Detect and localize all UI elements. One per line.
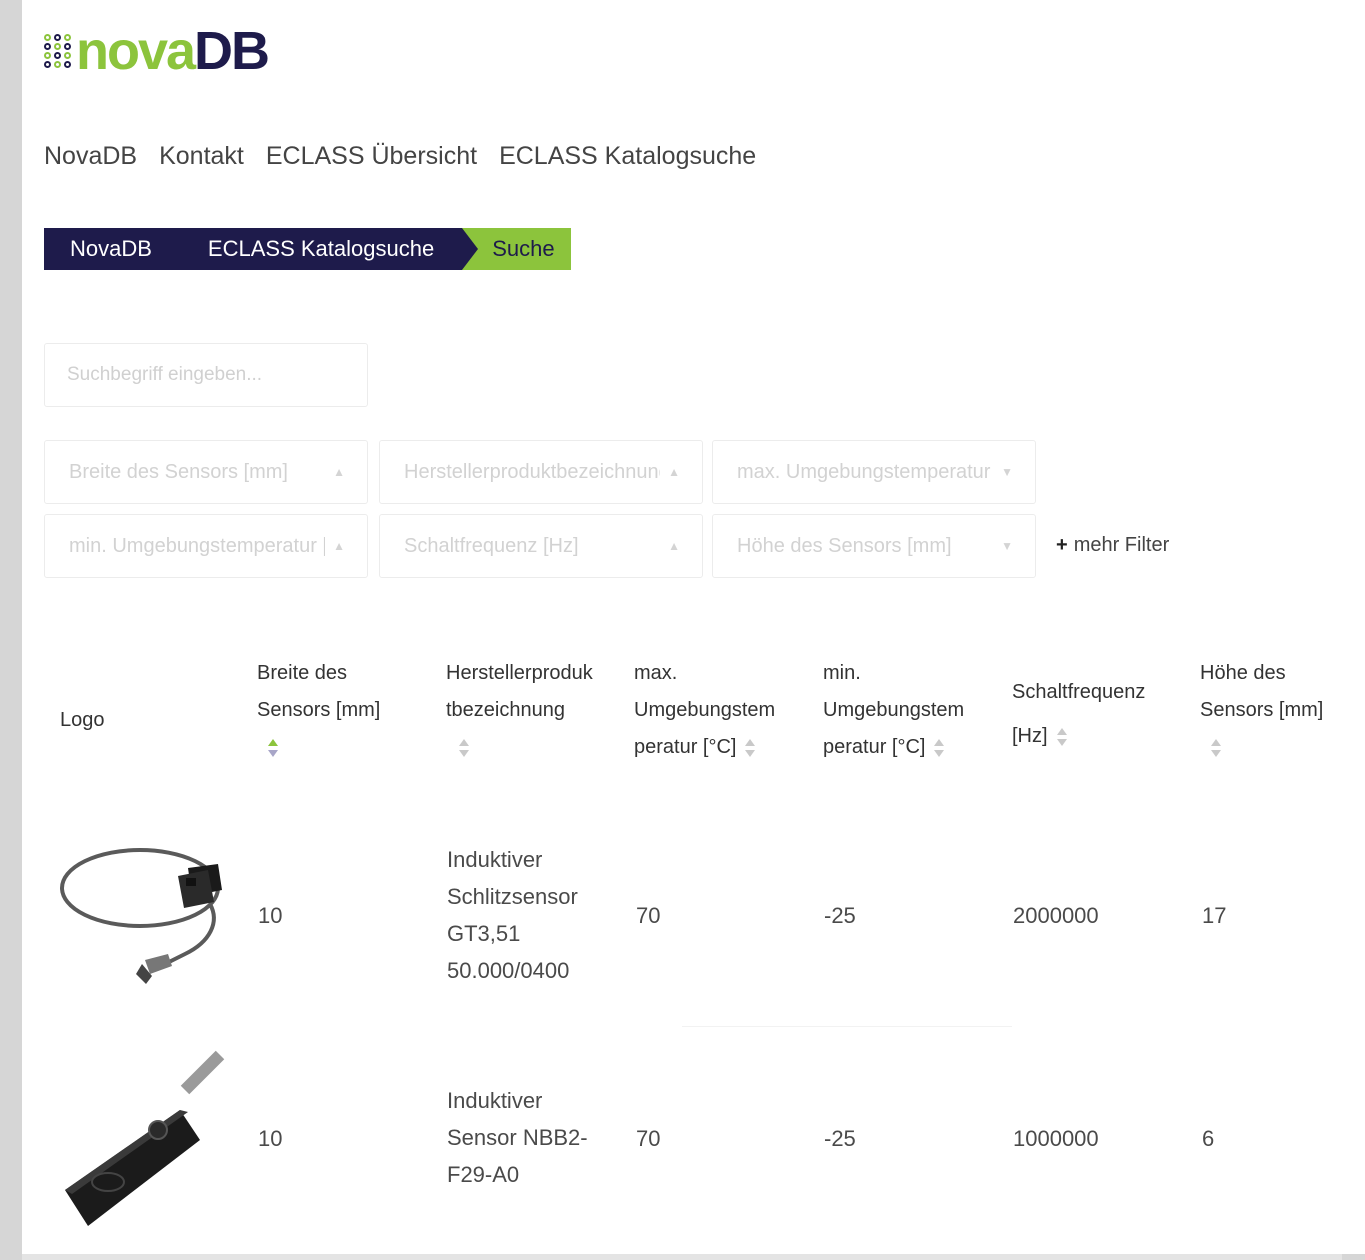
- column-header-schaltfrequenz[interactable]: Schaltfrequenz [Hz]: [1012, 674, 1145, 755]
- header-line: max.: [634, 662, 678, 684]
- nav-link-kontakt[interactable]: Kontakt: [159, 142, 244, 171]
- cell-max-umgebungstemperatur: 70: [636, 903, 661, 928]
- filter-label: Höhe des Sensors [mm]: [737, 534, 952, 557]
- filter-label: Schaltfrequenz [Hz]: [404, 534, 579, 557]
- sort-icon[interactable]: [933, 738, 945, 757]
- logo-dots-icon: [44, 34, 72, 68]
- filter-herstellerproduktbezeichnung[interactable]: Herstellerproduktbezeichnung ▲: [379, 440, 703, 504]
- header-line: Umgebungstem: [823, 699, 965, 721]
- sort-icon[interactable]: [1056, 727, 1068, 746]
- product-image-slot-sensor: [60, 848, 222, 984]
- cell-schaltfrequenz: 1000000: [1013, 1126, 1099, 1151]
- cell-hoehe-des-sensors: 17: [1202, 903, 1227, 928]
- top-navigation: NovaDB Kontakt ECLASS Übersicht ECLASS K…: [44, 142, 756, 171]
- chevron-down-icon: ▼: [1001, 465, 1013, 479]
- header-line: Höhe des: [1200, 662, 1286, 684]
- chevron-down-icon: ▼: [1001, 539, 1013, 553]
- cell-line: F29-A0: [447, 1162, 520, 1187]
- logo-wordmark-nova: nova: [76, 21, 196, 81]
- filter-hoehe-des-sensors[interactable]: Höhe des Sensors [mm] ▼: [712, 514, 1036, 578]
- filter-schaltfrequenz[interactable]: Schaltfrequenz [Hz] ▲: [379, 514, 703, 578]
- column-header-hoehe-des-sensors[interactable]: Höhe des Sensors [mm]: [1200, 655, 1323, 766]
- cell-min-umgebungstemperatur: -25: [824, 1126, 856, 1151]
- search-input[interactable]: [44, 343, 368, 407]
- logo-wordmark-db: DB: [194, 21, 270, 81]
- novadb-logo[interactable]: nova DB: [44, 21, 270, 81]
- header-line: peratur [°C]: [823, 736, 926, 758]
- logo-wordmark: nova DB: [76, 21, 270, 81]
- cell-max-umgebungstemperatur: 70: [636, 1126, 661, 1151]
- cell-breite: 10: [258, 1126, 283, 1151]
- cell-breite: 10: [258, 903, 283, 928]
- header-line: Herstellerproduk: [446, 662, 593, 684]
- cell-line: GT3,51: [447, 921, 521, 946]
- cell-line: Induktiver: [447, 1088, 543, 1113]
- header-line: peratur [°C]: [634, 736, 737, 758]
- header-line: Schaltfrequenz: [1012, 681, 1146, 703]
- more-filters-button[interactable]: + mehr Filter: [1056, 534, 1169, 557]
- cell-herstellerproduktbezeichnung: Induktiver Schlitzsensor GT3,51 50.000/0…: [447, 841, 578, 989]
- cell-line: 50.000/0400: [447, 958, 570, 983]
- page-bottom-border: [22, 1254, 1342, 1260]
- cell-min-umgebungstemperatur: -25: [824, 903, 856, 928]
- sort-icon[interactable]: [458, 738, 470, 757]
- breadcrumb: NovaDB ECLASS Katalogsuche Suche: [44, 228, 571, 270]
- chevron-up-icon: ▲: [668, 539, 680, 553]
- nav-link-eclass-uebersicht[interactable]: ECLASS Übersicht: [266, 142, 477, 171]
- header-line: [Hz]: [1012, 725, 1048, 747]
- product-image-slot-sensor: [65, 1050, 225, 1226]
- breadcrumb-item-eclass-katalogsuche[interactable]: ECLASS Katalogsuche: [177, 228, 463, 270]
- breadcrumb-item-suche: Suche: [462, 228, 571, 270]
- column-header-max-umgebungstemperatur[interactable]: max. Umgebungstem peratur [°C]: [634, 655, 775, 766]
- filter-label: max. Umgebungstemperatur [°C]: [737, 460, 993, 483]
- cell-schaltfrequenz: 2000000: [1013, 903, 1099, 928]
- header-line: Sensors [mm]: [1200, 699, 1324, 721]
- cell-hoehe-des-sensors: 6: [1202, 1126, 1215, 1151]
- plus-icon: +: [1056, 534, 1068, 556]
- sort-icon[interactable]: [1210, 738, 1222, 757]
- header-line: tbezeichnung: [446, 699, 565, 721]
- chevron-up-icon: ▲: [333, 539, 345, 553]
- header-line: Breite des: [257, 662, 348, 684]
- breadcrumb-item-novadb[interactable]: NovaDB: [44, 228, 178, 270]
- filter-max-umgebungstemperatur[interactable]: max. Umgebungstemperatur [°C] ▼: [712, 440, 1036, 504]
- more-filters-label: mehr Filter: [1073, 534, 1170, 556]
- header-line: Umgebungstem: [634, 699, 776, 721]
- cell-line: Induktiver: [447, 847, 543, 872]
- filter-breite-des-sensors[interactable]: Breite des Sensors [mm] ▲: [44, 440, 368, 504]
- cell-herstellerproduktbezeichnung: Induktiver Sensor NBB2- F29-A0: [447, 1082, 588, 1193]
- column-header-breite[interactable]: Breite des Sensors [mm]: [257, 655, 380, 766]
- filter-label: min. Umgebungstemperatur [°C]: [69, 534, 325, 557]
- sort-icon[interactable]: [744, 738, 756, 757]
- filter-min-umgebungstemperatur[interactable]: min. Umgebungstemperatur [°C] ▲: [44, 514, 368, 578]
- sort-icon[interactable]: [267, 738, 279, 757]
- column-header-logo: Logo: [60, 709, 105, 731]
- column-header-min-umgebungstemperatur[interactable]: min. Umgebungstem peratur [°C]: [823, 655, 964, 766]
- header-line: Sensors [mm]: [257, 699, 381, 721]
- chevron-up-icon: ▲: [333, 465, 345, 479]
- column-header-herstellerproduktbezeichnung[interactable]: Herstellerproduk tbezeichnung: [446, 655, 593, 766]
- cell-line: Schlitzsensor: [447, 884, 578, 909]
- row-divider: [682, 1026, 1012, 1027]
- chevron-up-icon: ▲: [668, 465, 680, 479]
- header-line: min.: [823, 662, 861, 684]
- filter-label: Breite des Sensors [mm]: [69, 460, 288, 483]
- page: nova DB NovaDB Kontakt ECLASS Übersicht E…: [22, 0, 1365, 1254]
- nav-link-eclass-katalogsuche[interactable]: ECLASS Katalogsuche: [499, 142, 756, 171]
- filter-label: Herstellerproduktbezeichnung: [404, 460, 661, 483]
- cell-line: Sensor NBB2-: [447, 1125, 588, 1150]
- nav-link-novadb[interactable]: NovaDB: [44, 142, 137, 171]
